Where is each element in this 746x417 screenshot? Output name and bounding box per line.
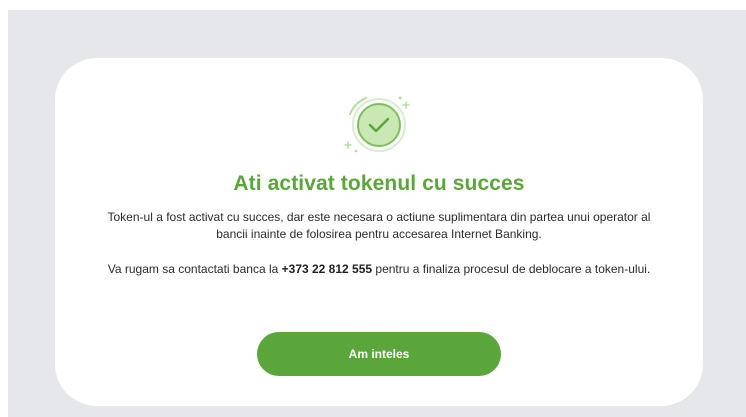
- bank-phone-number: +373 22 812 555: [281, 262, 373, 276]
- contact-suffix: pentru a finaliza procesul de deblocare …: [372, 262, 651, 276]
- dialog-title: Ati activat tokenul cu succes: [233, 172, 525, 195]
- contact-prefix: Va rugam sa contactati banca la: [107, 262, 282, 276]
- dialog-description: Token-ul a fost activat cu succes, dar e…: [107, 210, 651, 241]
- contact-message: Va rugam sa contactati banca la +373 22 …: [95, 261, 663, 278]
- confirm-button[interactable]: Am inteles: [257, 332, 501, 376]
- success-dialog: Ati activat tokenul cu succes Token-ul a…: [55, 58, 703, 406]
- success-check-icon: [340, 94, 420, 158]
